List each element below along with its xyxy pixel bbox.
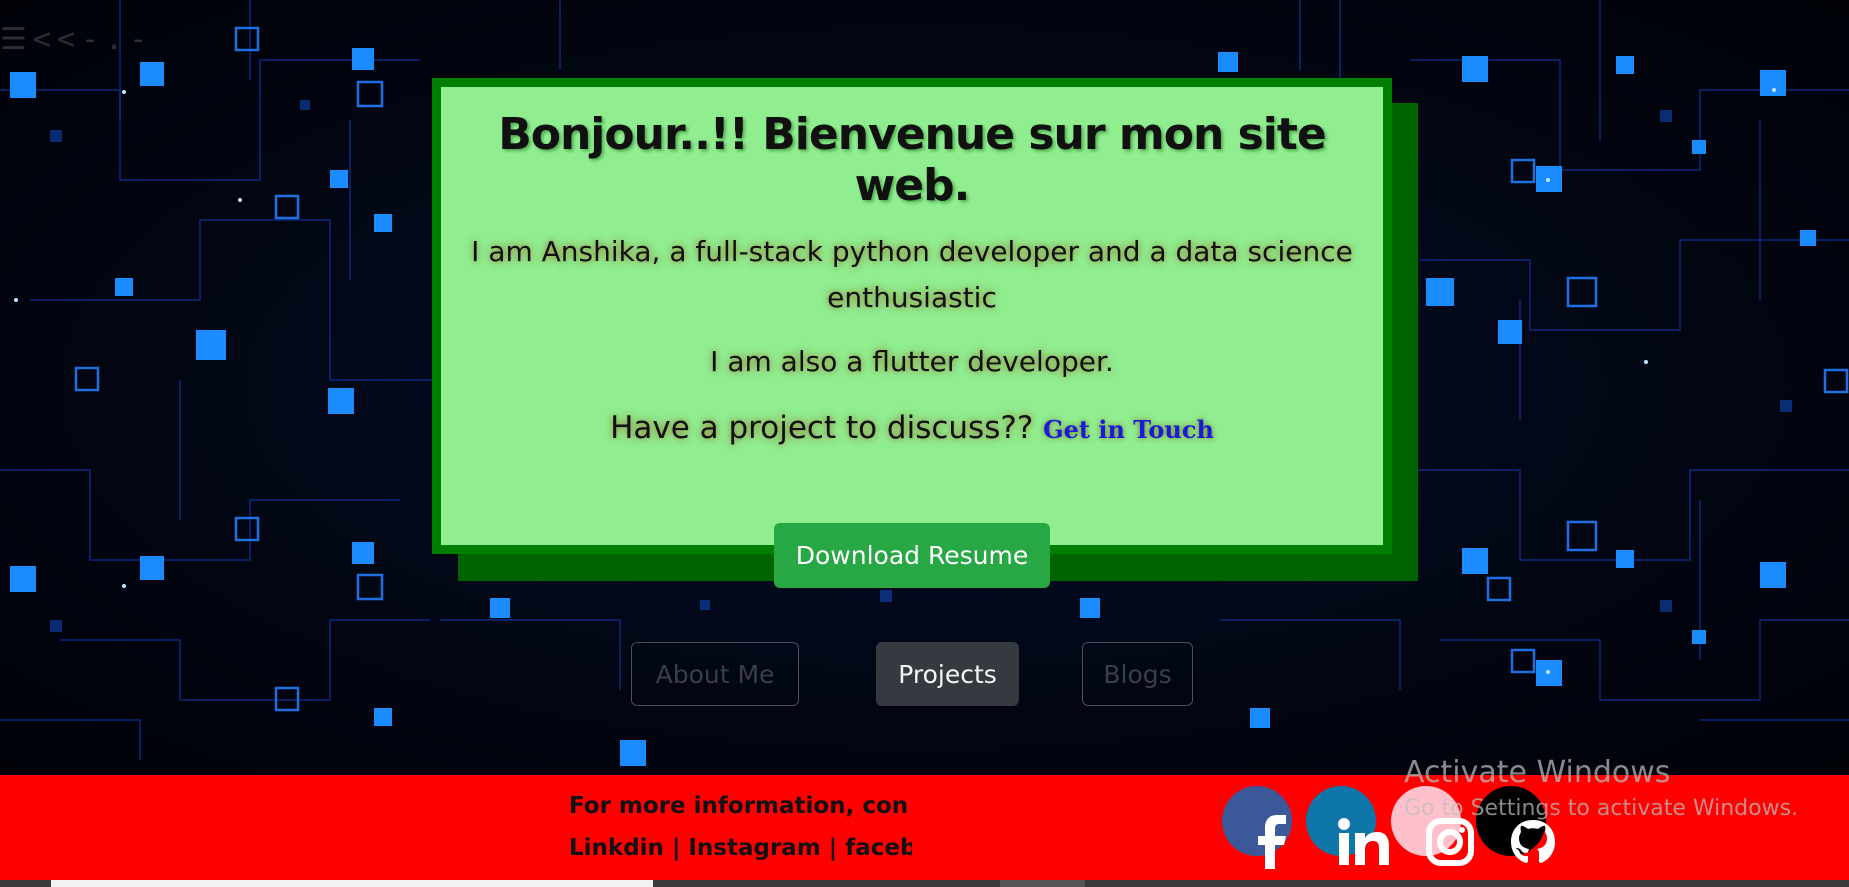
github-icon[interactable] xyxy=(1503,812,1563,872)
scrollbar-thumb[interactable] xyxy=(51,880,653,887)
footer-marquee: For more information, con Linkdin | Inst… xyxy=(569,785,912,875)
marquee-line-1: For more information, con xyxy=(569,793,909,819)
marquee-line-2: Linkdin | Instagram | faceb xyxy=(569,835,912,861)
scrollbar-segment xyxy=(1000,880,1085,887)
back-nav-arrows[interactable]: ☰<<-.- xyxy=(0,22,153,62)
nav-projects-button[interactable]: Projects xyxy=(876,642,1019,706)
watermark-title: Activate Windows xyxy=(1404,755,1671,790)
windows-activation-watermark: Activate Windows Go to Settings to activ… xyxy=(1404,755,1798,821)
watermark-subtitle: Go to Settings to activate Windows. xyxy=(1404,796,1799,821)
project-prompt-line: Have a project to discuss?? Get in Touch xyxy=(441,405,1383,453)
facebook-icon[interactable] xyxy=(1243,812,1303,872)
welcome-card: Bonjour..!! Bienvenue sur mon site web. … xyxy=(432,78,1392,554)
flutter-text: I am also a flutter developer. xyxy=(710,345,1114,378)
get-in-touch-link[interactable]: Get in Touch xyxy=(1043,415,1214,444)
nav-about-me-button[interactable]: About Me xyxy=(631,642,799,706)
linkedin-icon[interactable] xyxy=(1334,812,1394,872)
project-prompt-text: Have a project to discuss?? xyxy=(610,410,1034,446)
instagram-icon[interactable] xyxy=(1420,812,1480,872)
welcome-title: Bonjour..!! Bienvenue sur mon site web. xyxy=(498,109,1327,211)
download-resume-button[interactable]: Download Resume xyxy=(774,523,1050,588)
horizontal-scrollbar[interactable] xyxy=(0,880,1849,887)
intro-text: I am Anshika, a full-stack python develo… xyxy=(471,235,1353,314)
nav-blogs-button[interactable]: Blogs xyxy=(1082,642,1193,706)
